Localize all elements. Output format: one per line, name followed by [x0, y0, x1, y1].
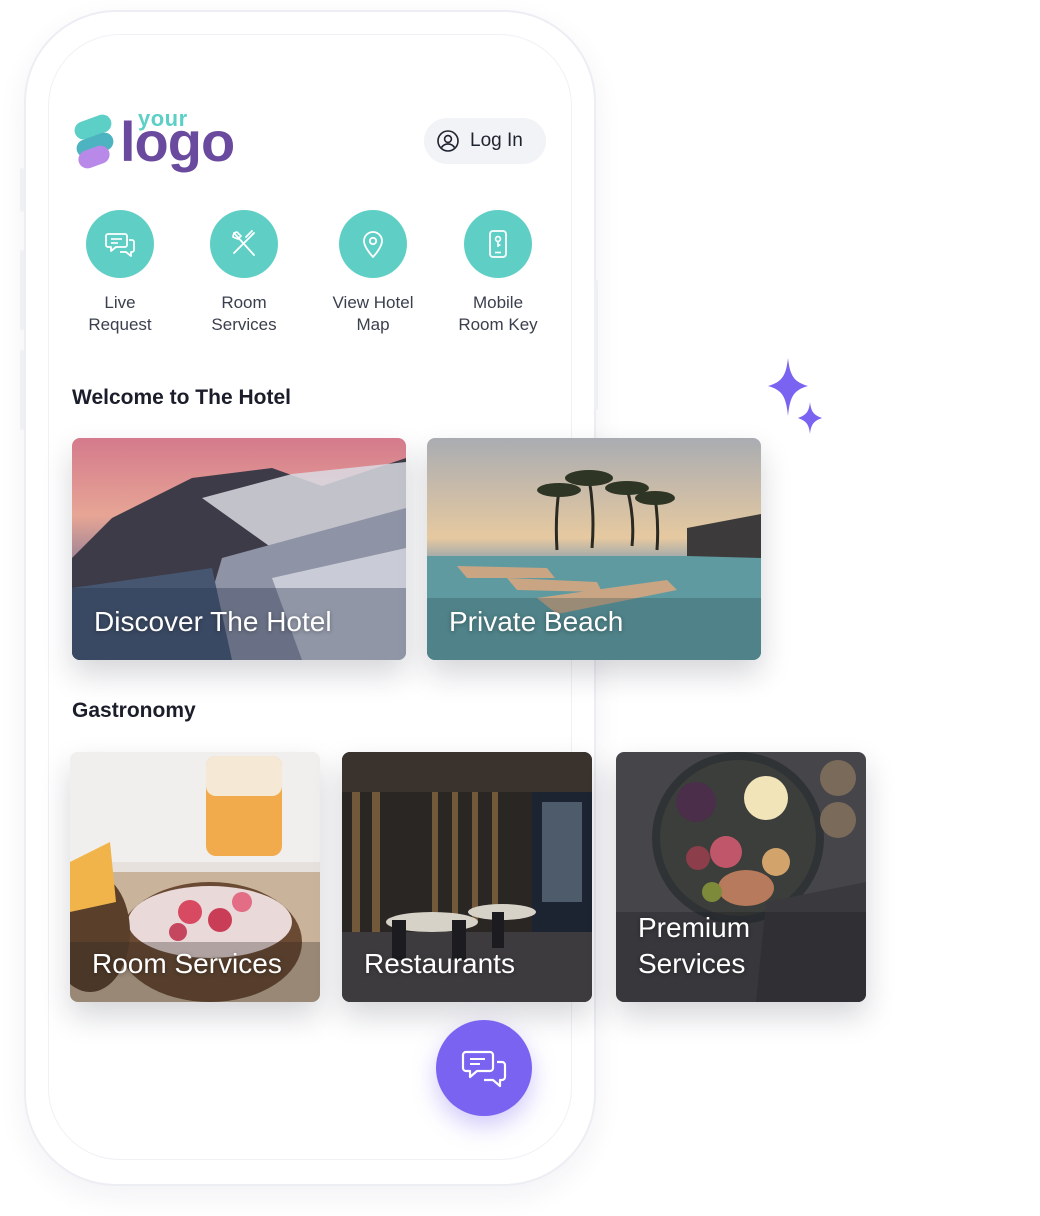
brand-logo: your logo [72, 106, 252, 178]
quick-action-icon-circle [339, 210, 407, 278]
card-discover-the-hotel[interactable]: Discover The Hotel [72, 438, 406, 660]
sparkle-icon [768, 358, 822, 434]
login-button[interactable]: Log In [424, 118, 546, 164]
card-label: Premium Services [638, 912, 751, 979]
card-room-services[interactable]: Room Services [70, 752, 320, 1002]
quick-action-label: Live Request [88, 293, 152, 334]
chat-bubbles-icon [461, 1050, 507, 1088]
section-title-gastronomy: Gastronomy [72, 699, 196, 722]
user-circle-icon [437, 130, 459, 152]
quick-action-live-request[interactable]: Live Request [60, 210, 180, 336]
quick-action-room-services[interactable]: Room Services [184, 210, 304, 336]
logo-mark-icon [74, 114, 114, 169]
phone-side-button [20, 350, 24, 430]
card-label: Room Services [92, 948, 282, 979]
quick-action-label: Room Services [211, 293, 277, 334]
phone-side-button [20, 250, 24, 330]
chat-bubbles-icon [105, 233, 135, 257]
quick-action-icon-circle [464, 210, 532, 278]
card-label: Restaurants [364, 948, 515, 979]
phone-key-icon [489, 230, 507, 258]
quick-action-label: View Hotel Map [332, 293, 414, 334]
chat-fab-button[interactable] [436, 1020, 532, 1116]
card-label: Private Beach [449, 606, 624, 637]
section-title-welcome: Welcome to The Hotel [72, 386, 291, 409]
card-restaurants[interactable]: Restaurants [342, 752, 592, 1002]
quick-action-mobile-room-key[interactable]: Mobile Room Key [438, 210, 558, 336]
map-pin-icon [363, 231, 383, 258]
login-label: Log In [470, 130, 523, 151]
quick-action-icon-circle [86, 210, 154, 278]
quick-action-view-hotel-map[interactable]: View Hotel Map [313, 210, 433, 336]
card-private-beach[interactable]: Private Beach [427, 438, 761, 660]
phone-side-button [594, 280, 598, 410]
card-label: Discover The Hotel [94, 606, 332, 637]
utensils-icon [232, 230, 255, 256]
card-premium-services[interactable]: Premium Services [616, 752, 866, 1002]
logo-main-text: logo [120, 110, 235, 173]
quick-action-icon-circle [210, 210, 278, 278]
phone-side-button [20, 168, 24, 212]
quick-action-label: Mobile Room Key [458, 293, 538, 334]
